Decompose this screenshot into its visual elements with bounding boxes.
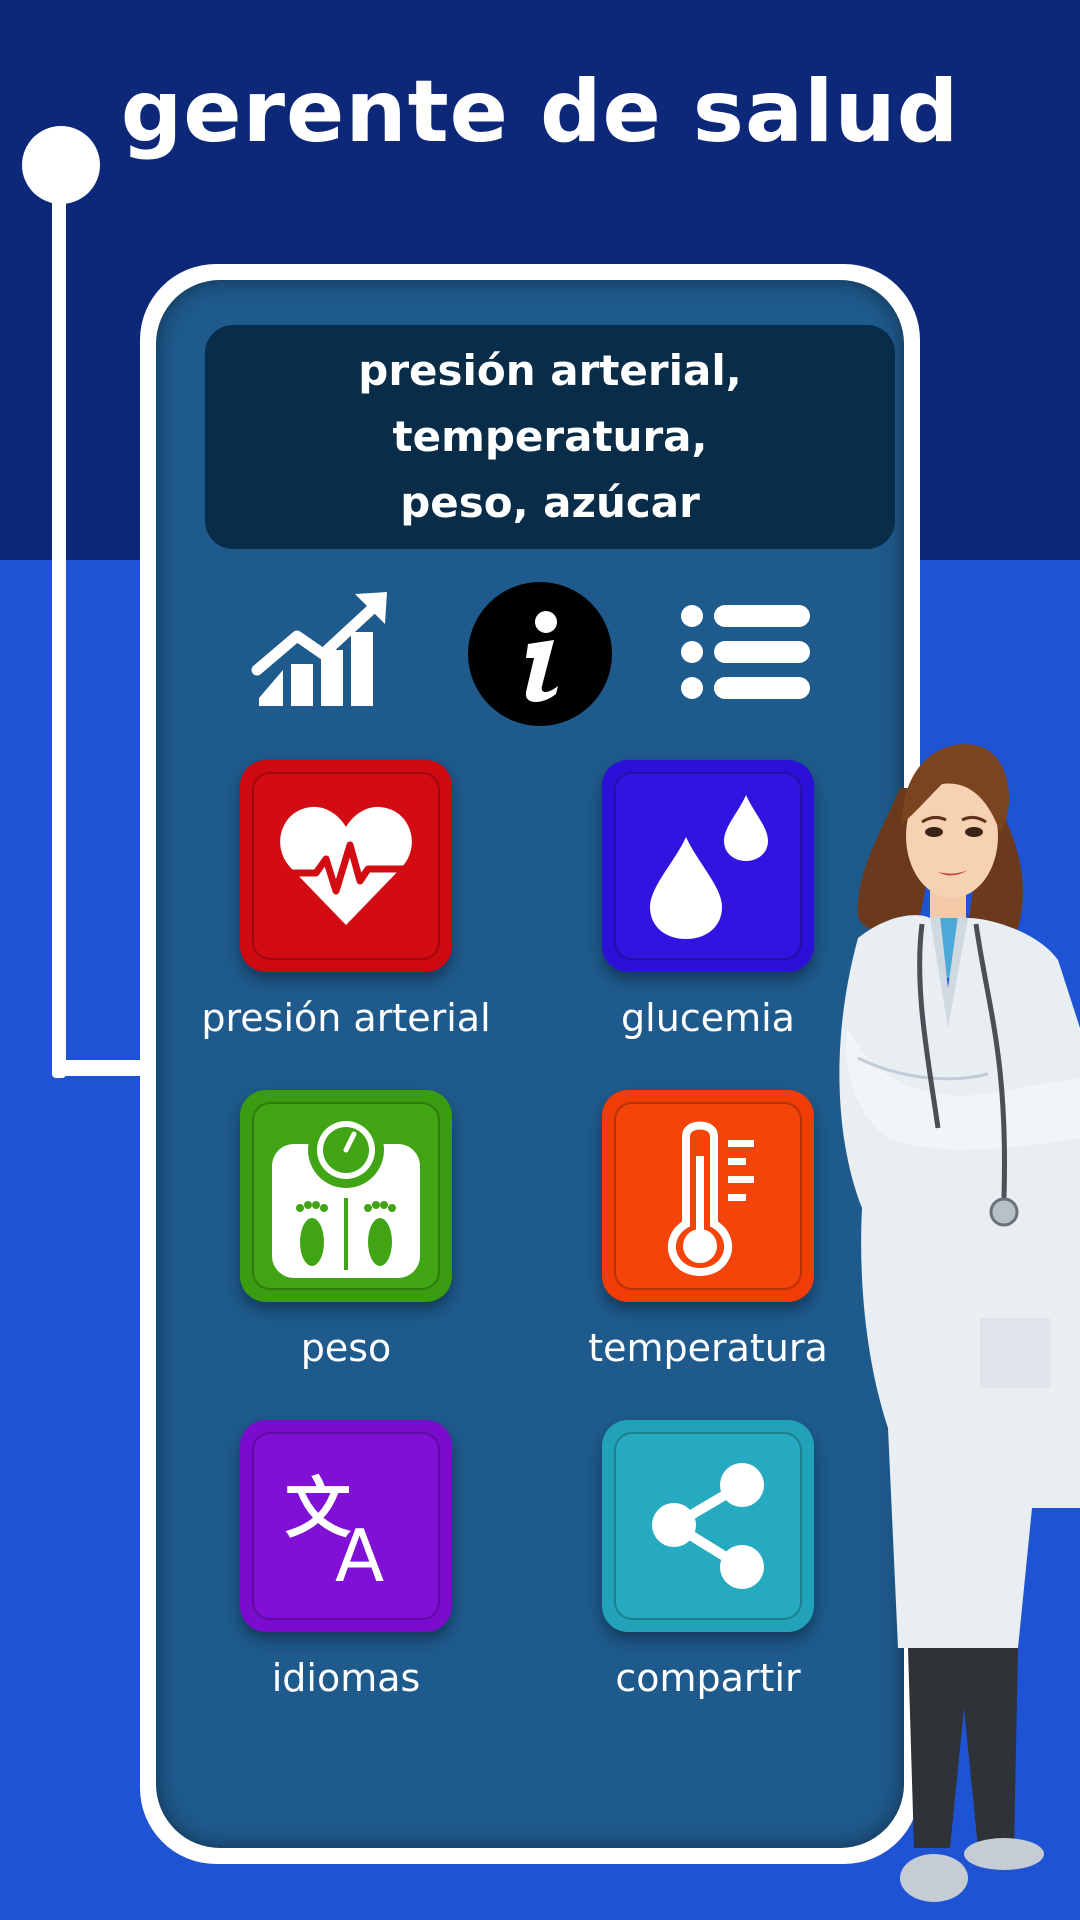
- tile-share-button[interactable]: [602, 1420, 814, 1632]
- tile-languages-button[interactable]: 文 A: [240, 1420, 452, 1632]
- tile-temperature-button[interactable]: [602, 1090, 814, 1302]
- banner-text: presión arterial, temperatura, peso, azú…: [230, 338, 870, 536]
- scale-icon: [272, 1112, 420, 1278]
- chart-trend-icon[interactable]: [251, 588, 395, 714]
- tile-weight-button[interactable]: [240, 1090, 452, 1302]
- toolbar: [156, 570, 936, 730]
- tile-languages-label: idiomas: [271, 1656, 421, 1700]
- tile-glucose-button[interactable]: [602, 760, 814, 972]
- tile-weight-label: peso: [300, 1326, 392, 1370]
- tile-blood-pressure-label: presión arterial: [201, 996, 491, 1040]
- heart-pulse-icon: [280, 806, 412, 925]
- drops-icon: [650, 795, 768, 939]
- info-banner: presión arterial, temperatura, peso, azú…: [205, 325, 895, 549]
- doctor-illustration: [839, 744, 1080, 1902]
- decor-line-vertical: [52, 170, 66, 1078]
- page-title: gerente de salud: [120, 62, 960, 162]
- banner-line-2: peso, azúcar: [400, 478, 700, 527]
- share-icon: [652, 1463, 764, 1589]
- tile-blood-pressure-button[interactable]: [240, 760, 452, 972]
- translate-icon: 文 A: [285, 1470, 384, 1591]
- list-icon[interactable]: [680, 602, 812, 702]
- info-icon[interactable]: [468, 582, 612, 726]
- banner-line-1: presión arterial, temperatura,: [358, 346, 742, 461]
- phone-screen: presión arterial, temperatura, peso, azú…: [156, 280, 904, 1848]
- svg-text:A: A: [335, 1514, 384, 1591]
- thermometer-icon: [667, 1121, 754, 1276]
- phone-frame: presión arterial, temperatura, peso, azú…: [140, 264, 920, 1864]
